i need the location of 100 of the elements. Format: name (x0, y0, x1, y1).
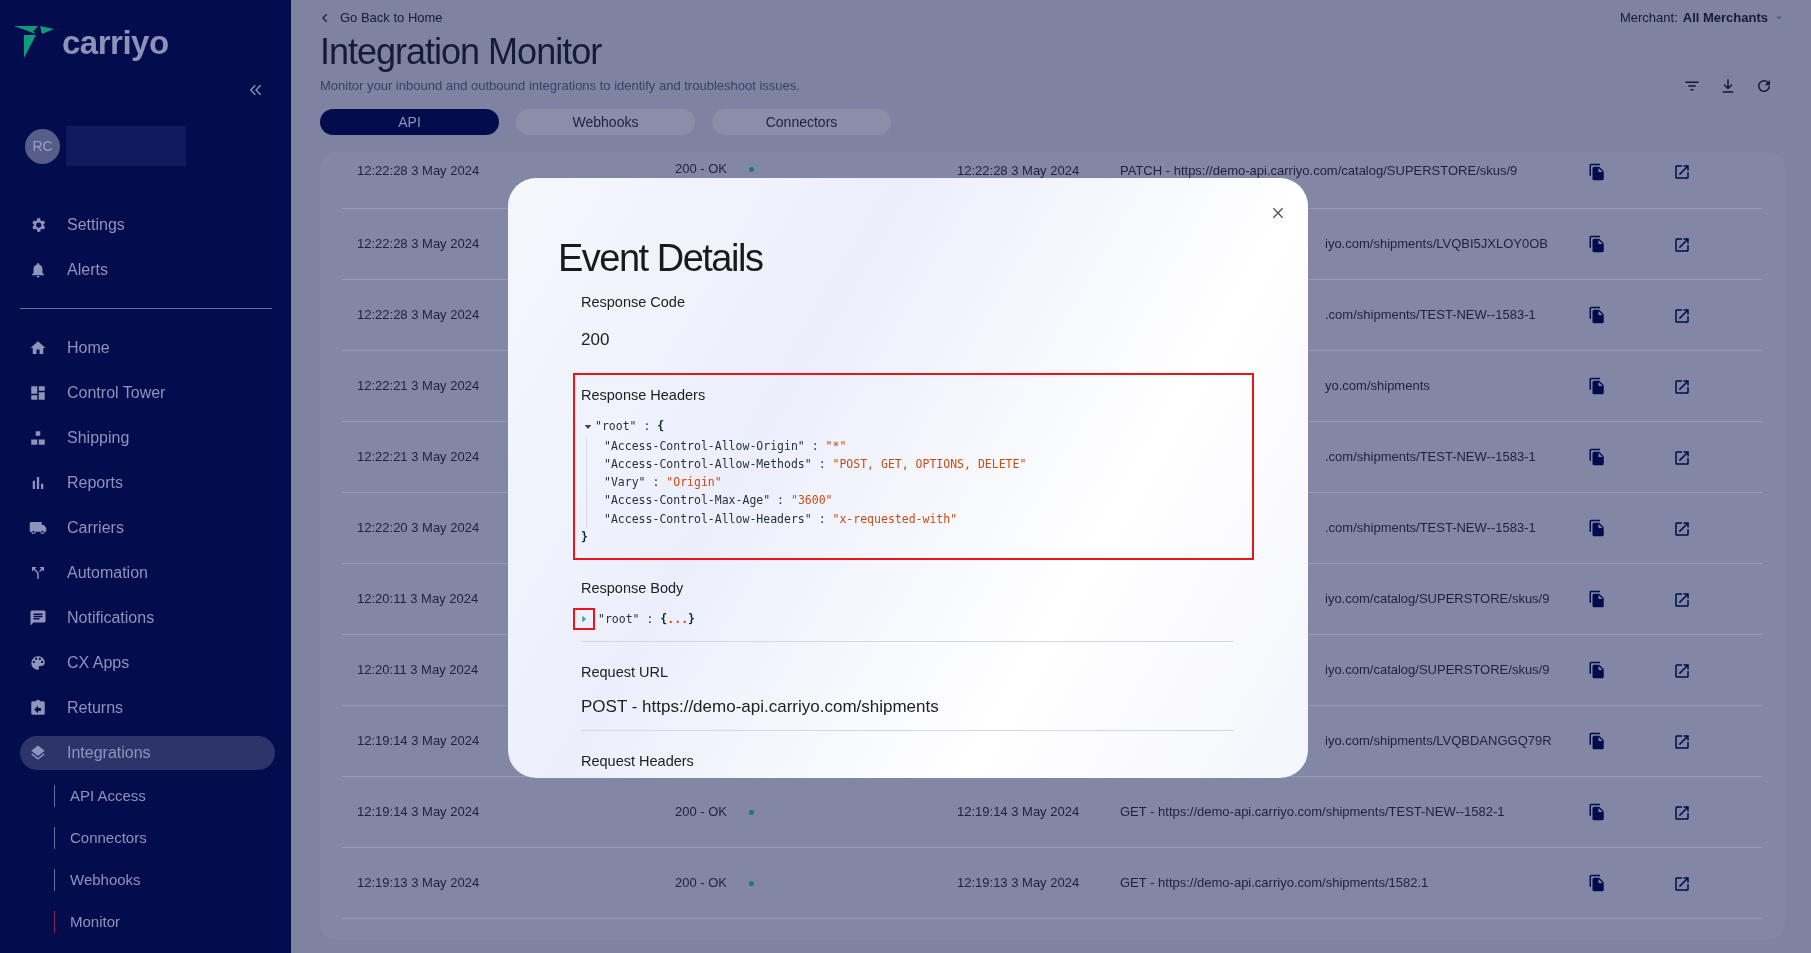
json-key: "Access-Control-Allow-Headers" (604, 509, 812, 529)
status-text: 200 - OK (675, 874, 728, 893)
sidebar-item[interactable]: Settings (0, 202, 291, 247)
sidebar-item[interactable]: Returns (0, 685, 291, 730)
external-link-icon[interactable] (1673, 377, 1691, 396)
expand-toggle[interactable] (573, 608, 595, 631)
json-brace: } (581, 529, 588, 547)
logo-text: carriyo (62, 25, 169, 59)
sidebar-subitem[interactable]: Monitor (54, 911, 121, 933)
field-label: Response Code (581, 292, 686, 312)
external-link-icon[interactable] (1673, 235, 1691, 254)
layers-icon (29, 744, 47, 762)
table-cell-text: 12:22:21 3 May 2024 (357, 377, 480, 396)
sidebar-item[interactable]: Reports (0, 460, 291, 505)
collapse-icon[interactable] (248, 82, 264, 98)
tab[interactable]: Webhooks (516, 109, 695, 136)
url-cell-text: iyo.com/catalog/SUPERSTORE/skus/9 (1325, 590, 1550, 609)
copy-icon[interactable] (1588, 731, 1606, 752)
palette-icon (29, 653, 47, 672)
url-cell-text: .com/shipments/TEST-NEW--1583-1 (1325, 448, 1536, 467)
json-colon: : (817, 455, 827, 473)
json-colon: : (776, 492, 786, 510)
json-value: "Origin" (666, 474, 722, 492)
external-link-icon[interactable] (1673, 306, 1691, 325)
json-colon: : (642, 418, 652, 436)
table-cell-text: 12:19:13 3 May 2024 (357, 874, 480, 893)
copy-icon[interactable] (1588, 518, 1606, 539)
sidebar-item[interactable]: Notifications (0, 595, 291, 640)
table-cell-text: 12:22:28 3 May 2024 (357, 235, 480, 254)
sidebar-item[interactable]: Home (0, 325, 291, 370)
external-link-icon[interactable] (1673, 519, 1691, 538)
back-link[interactable]: Go Back to Home (320, 8, 443, 28)
tab[interactable]: Connectors (712, 109, 891, 136)
external-link-icon[interactable] (1673, 732, 1691, 751)
json-value: "3600" (790, 492, 833, 510)
merchant-dropdown[interactable]: All Merchants (1682, 8, 1768, 28)
copy-icon[interactable] (1588, 589, 1606, 610)
url-cell-text: .com/shipments/TEST-NEW--1583-1 (1325, 306, 1536, 325)
table-cell-text: 12:22:21 3 May 2024 (357, 448, 480, 467)
table-cell-text: 12:20:11 3 May 2024 (357, 661, 479, 680)
status-text: 200 - OK (675, 160, 728, 179)
bell-icon (29, 260, 47, 279)
json-key: "Access-Control-Allow-Methods" (604, 454, 812, 474)
url-cell-text: .com/shipments/TEST-NEW--1583-1 (1325, 519, 1536, 538)
json-key: "Vary" (604, 473, 646, 492)
logo-icon (14, 24, 54, 60)
external-link-icon[interactable] (1673, 590, 1691, 609)
json-colon: : (645, 610, 655, 628)
sidebar-item[interactable]: Integrations (20, 736, 275, 770)
copy-icon[interactable] (1588, 376, 1606, 397)
status-text: 200 - OK (675, 803, 728, 822)
field-value: 200 (581, 329, 611, 352)
table-cell-text: 12:22:28 3 May 2024 (957, 162, 1080, 181)
json-key: "Access-Control-Max-Age" (604, 491, 771, 510)
sidebar-item[interactable]: Automation (0, 550, 291, 595)
caret-right-icon (579, 614, 589, 625)
copy-icon[interactable] (1588, 305, 1606, 326)
url-cell-text: iyo.com/shipments/LVQBDANGGQ79R (1325, 732, 1552, 751)
url-cell-text: iyo.com/catalog/SUPERSTORE/skus/9 (1325, 661, 1550, 680)
page-title: Integration Monitor (320, 32, 603, 72)
dashboard-icon (29, 383, 47, 402)
table-cell-text: 12:22:28 3 May 2024 (357, 306, 480, 325)
table-cell-text: 12:19:14 3 May 2024 (357, 803, 480, 822)
sidebar-subitem[interactable]: Connectors (54, 827, 147, 849)
external-link-icon[interactable] (1673, 874, 1691, 893)
copy-icon[interactable] (1588, 802, 1606, 823)
copy-icon[interactable] (1588, 660, 1606, 681)
field-label: Response Headers (581, 385, 707, 405)
json-collapsed-preview: {...} (660, 610, 695, 628)
url-cell-text: GET - https://demo-api.carriyo.com/shipments/1582.1 (1120, 874, 1429, 893)
sidebar-item[interactable]: Control Tower (0, 370, 291, 415)
json-value: "POST, GET, OPTIONS, DELETE" (832, 455, 1027, 473)
tab[interactable]: API (320, 109, 499, 136)
copy-icon[interactable] (1588, 161, 1606, 182)
external-link-icon[interactable] (1673, 803, 1691, 822)
url-cell-text: yo.com/shipments (1325, 377, 1430, 396)
external-link-icon[interactable] (1673, 448, 1691, 467)
sidebar-item[interactable]: CX Apps (0, 640, 291, 685)
table-cell-text: 12:19:14 3 May 2024 (957, 803, 1080, 822)
table-cell-text: 12:22:28 3 May 2024 (357, 162, 480, 181)
external-link-icon[interactable] (1673, 162, 1691, 181)
table-cell-text: 12:22:20 3 May 2024 (357, 519, 480, 538)
sidebar-item[interactable]: Carriers (0, 505, 291, 550)
sidebar-subitem[interactable]: Webhooks (54, 869, 141, 891)
copy-icon[interactable] (1588, 447, 1606, 468)
sidebar-item[interactable]: Alerts (0, 247, 291, 292)
sidebar-subitem[interactable]: API Access (54, 785, 146, 807)
json-colon: : (817, 510, 827, 528)
chat-icon (29, 608, 47, 627)
boxes-icon (29, 428, 47, 447)
table-cell-text: 12:19:13 3 May 2024 (957, 874, 1080, 893)
json-colon: : (651, 474, 661, 492)
back-chevron-icon (320, 13, 330, 23)
url-cell-text: GET - https://demo-api.carriyo.com/shipments/TEST-NEW--1582-1 (1120, 803, 1505, 822)
copy-icon[interactable] (1588, 873, 1606, 894)
json-value: "x-requested-with" (832, 510, 958, 528)
sidebar-item[interactable]: Shipping (0, 415, 291, 460)
external-link-icon[interactable] (1673, 661, 1691, 680)
modal-title: Event Details (558, 236, 764, 281)
copy-icon[interactable] (1588, 234, 1606, 255)
